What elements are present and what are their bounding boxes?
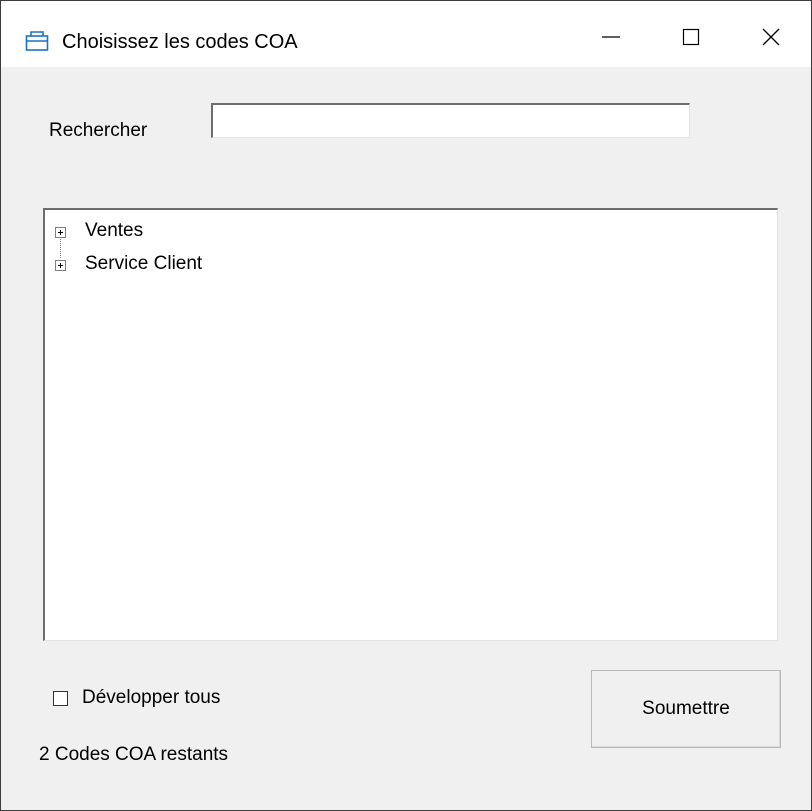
search-input[interactable] bbox=[211, 103, 690, 138]
title-bar[interactable]: Choisissez les codes COA bbox=[1, 1, 811, 67]
expand-plus-icon[interactable] bbox=[55, 225, 66, 238]
window-title: Choisissez les codes COA bbox=[62, 31, 298, 53]
maximize-button[interactable] bbox=[651, 11, 731, 67]
minimize-button[interactable] bbox=[571, 11, 651, 67]
minimize-icon bbox=[601, 27, 621, 52]
tree-item-label: Service Client bbox=[85, 253, 203, 274]
dialog-window: Choisissez les codes COA Rechercher Vent… bbox=[0, 0, 812, 811]
search-label: Rechercher bbox=[49, 120, 148, 141]
expand-all-checkbox[interactable]: Développer tous bbox=[53, 687, 220, 709]
close-button[interactable] bbox=[731, 11, 811, 67]
tree-item-label: Ventes bbox=[85, 220, 144, 241]
coa-tree-view[interactable]: Ventes Service Client bbox=[43, 208, 778, 641]
close-icon bbox=[761, 27, 781, 52]
expand-plus-icon[interactable] bbox=[55, 258, 66, 271]
window-app-icon bbox=[25, 30, 49, 54]
expand-all-label: Développer tous bbox=[82, 687, 221, 708]
maximize-icon bbox=[681, 27, 701, 52]
submit-button[interactable]: Soumettre bbox=[591, 670, 781, 748]
checkbox-box[interactable] bbox=[53, 690, 68, 706]
tree-connector-line bbox=[60, 237, 61, 259]
status-text: 2 Codes COA restants bbox=[39, 744, 229, 765]
